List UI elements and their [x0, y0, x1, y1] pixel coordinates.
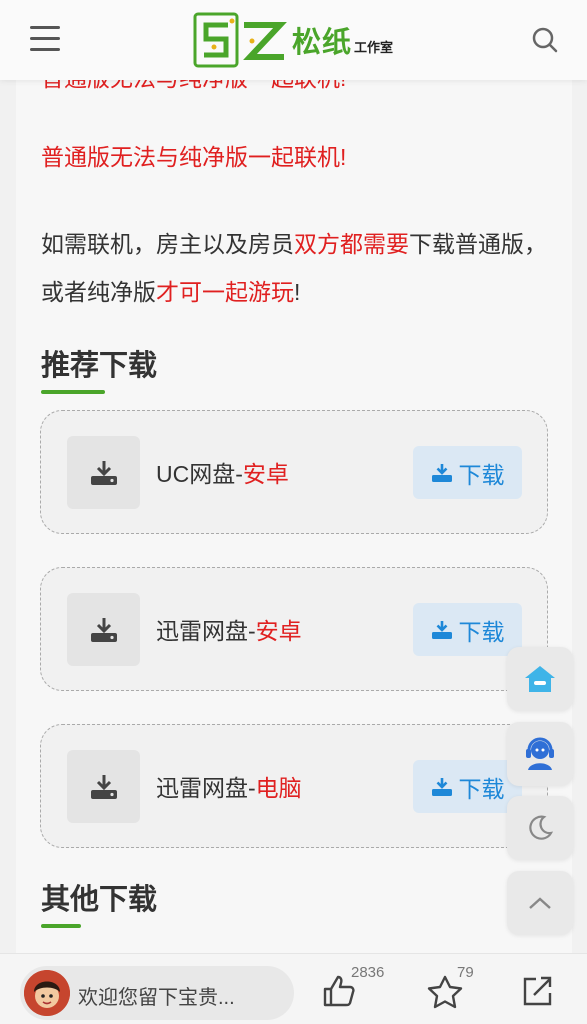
- avatar: [24, 970, 70, 1016]
- download-name: UC网盘-安卓: [156, 461, 289, 487]
- download-name: 迅雷网盘-安卓: [156, 618, 302, 644]
- back-to-top-button[interactable]: [507, 871, 573, 935]
- recommend-download-heading: 推荐下载: [41, 342, 157, 394]
- download-icon: [431, 777, 452, 796]
- like-count: 2836: [351, 964, 385, 981]
- other-download-heading: 其他下载: [41, 876, 157, 928]
- customer-service-button[interactable]: [507, 722, 573, 786]
- chevron-up-icon: [529, 897, 551, 909]
- download-icon: [431, 620, 452, 639]
- logo-subtitle: 工作室: [354, 39, 394, 55]
- heading-underline: [41, 390, 105, 394]
- notice-text: 普通版无法与纯净版一起联机!: [41, 144, 347, 170]
- dark-mode-button[interactable]: [507, 796, 573, 860]
- favorite-count: 79: [457, 964, 474, 981]
- download-card-xunlei-android: 迅雷网盘-安卓 下载: [40, 567, 548, 691]
- menu-icon[interactable]: [30, 26, 62, 54]
- search-icon[interactable]: [531, 26, 559, 54]
- customer-service-icon: [526, 737, 554, 770]
- comment-placeholder: 欢迎您留下宝贵...: [78, 987, 235, 1009]
- download-name: 迅雷网盘-电脑: [156, 775, 302, 801]
- download-icon: [431, 463, 452, 482]
- download-file-icon: [67, 593, 140, 666]
- home-button[interactable]: [507, 647, 573, 711]
- multiplayer-instructions: 如需联机，房主以及房员双方都需要下载普通版，或者纯净版才可一起游玩!: [41, 231, 547, 305]
- download-button[interactable]: 下载: [413, 760, 522, 813]
- download-button[interactable]: 下载: [413, 446, 522, 499]
- download-card-uc-android: UC网盘-安卓 下载: [40, 410, 548, 534]
- home-icon: [525, 666, 555, 692]
- heading-underline: [41, 924, 81, 928]
- download-button[interactable]: 下载: [413, 603, 522, 656]
- site-logo[interactable]: 松纸 工作室: [192, 8, 393, 72]
- logo-mark: [193, 12, 287, 68]
- download-card-xunlei-pc: 迅雷网盘-电脑 下载: [40, 724, 548, 848]
- logo-title: 松纸: [292, 27, 353, 59]
- download-file-icon: [67, 750, 140, 823]
- share-icon[interactable]: [520, 974, 554, 1008]
- download-file-icon: [67, 436, 140, 509]
- comment-input[interactable]: 欢迎您留下宝贵...: [20, 966, 294, 1020]
- article-card: 普通版无法与纯净版一起联机! 普通版无法与纯净版一起联机! 如需联机，房主以及房…: [16, 0, 572, 1024]
- top-header: 松纸 工作室: [0, 0, 587, 80]
- bottom-action-bar: 欢迎您留下宝贵...: [0, 953, 587, 1024]
- moon-icon: [529, 815, 554, 840]
